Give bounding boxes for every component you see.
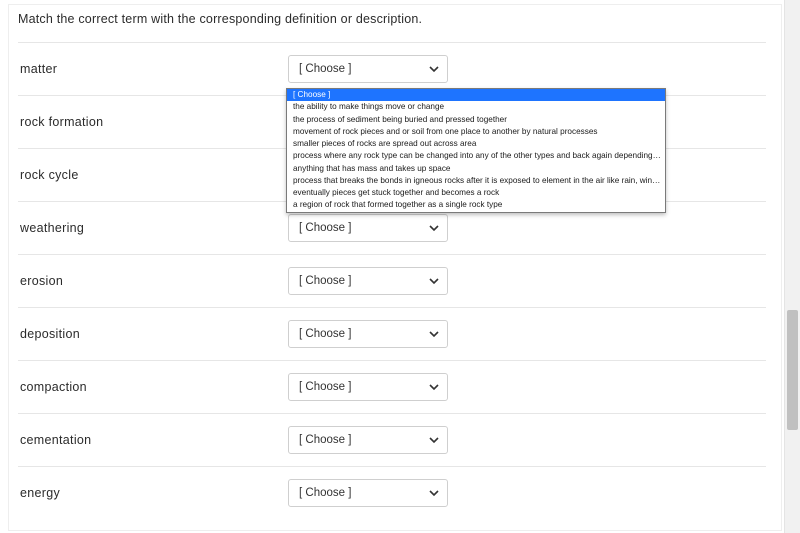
choose-select-weathering[interactable]: [ Choose ]	[288, 214, 448, 242]
chevron-down-icon	[429, 329, 439, 339]
term-label: rock cycle	[18, 168, 288, 182]
dropdown-option[interactable]: the process of sediment being buried and…	[287, 114, 665, 126]
select-value: [ Choose ]	[299, 487, 351, 499]
term-label: rock formation	[18, 115, 288, 129]
match-row: cementation [ Choose ]	[18, 413, 766, 466]
choose-select-matter[interactable]: [ Choose ]	[288, 55, 448, 83]
term-label: erosion	[18, 274, 288, 288]
match-row: deposition [ Choose ]	[18, 307, 766, 360]
choose-select-energy[interactable]: [ Choose ]	[288, 479, 448, 507]
select-value: [ Choose ]	[299, 381, 351, 393]
select-value: [ Choose ]	[299, 434, 351, 446]
choose-select-erosion[interactable]: [ Choose ]	[288, 267, 448, 295]
select-value: [ Choose ]	[299, 328, 351, 340]
select-dropdown-list[interactable]: [ Choose ] the ability to make things mo…	[286, 88, 666, 213]
page-scrollbar-thumb[interactable]	[787, 310, 798, 430]
select-value: [ Choose ]	[299, 63, 351, 75]
term-label: weathering	[18, 221, 288, 235]
chevron-down-icon	[429, 64, 439, 74]
chevron-down-icon	[429, 223, 439, 233]
match-row: compaction [ Choose ]	[18, 360, 766, 413]
match-row: erosion [ Choose ]	[18, 254, 766, 307]
chevron-down-icon	[429, 276, 439, 286]
dropdown-option[interactable]: smaller pieces of rocks are spread out a…	[287, 138, 665, 150]
term-label: matter	[18, 62, 288, 76]
chevron-down-icon	[429, 435, 439, 445]
dropdown-option[interactable]: [ Choose ]	[287, 89, 665, 101]
match-row: energy [ Choose ]	[18, 466, 766, 519]
dropdown-option[interactable]: a region of rock that formed together as…	[287, 199, 665, 211]
select-value: [ Choose ]	[299, 275, 351, 287]
question-instructions: Match the correct term with the correspo…	[18, 12, 766, 26]
dropdown-option[interactable]: process that breaks the bonds in igneous…	[287, 175, 665, 187]
dropdown-option[interactable]: anything that has mass and takes up spac…	[287, 163, 665, 175]
dropdown-option[interactable]: eventually pieces get stuck together and…	[287, 187, 665, 199]
dropdown-option[interactable]: movement of rock pieces and or soil from…	[287, 126, 665, 138]
chevron-down-icon	[429, 488, 439, 498]
dropdown-option[interactable]: the ability to make things move or chang…	[287, 101, 665, 113]
choose-select-cementation[interactable]: [ Choose ]	[288, 426, 448, 454]
page-scrollbar-track[interactable]	[784, 0, 800, 533]
term-label: compaction	[18, 380, 288, 394]
term-label: deposition	[18, 327, 288, 341]
select-value: [ Choose ]	[299, 222, 351, 234]
dropdown-option[interactable]: process where any rock type can be chang…	[287, 150, 665, 162]
chevron-down-icon	[429, 382, 439, 392]
term-label: energy	[18, 486, 288, 500]
term-label: cementation	[18, 433, 288, 447]
choose-select-compaction[interactable]: [ Choose ]	[288, 373, 448, 401]
choose-select-deposition[interactable]: [ Choose ]	[288, 320, 448, 348]
question-panel: Match the correct term with the correspo…	[0, 0, 784, 533]
